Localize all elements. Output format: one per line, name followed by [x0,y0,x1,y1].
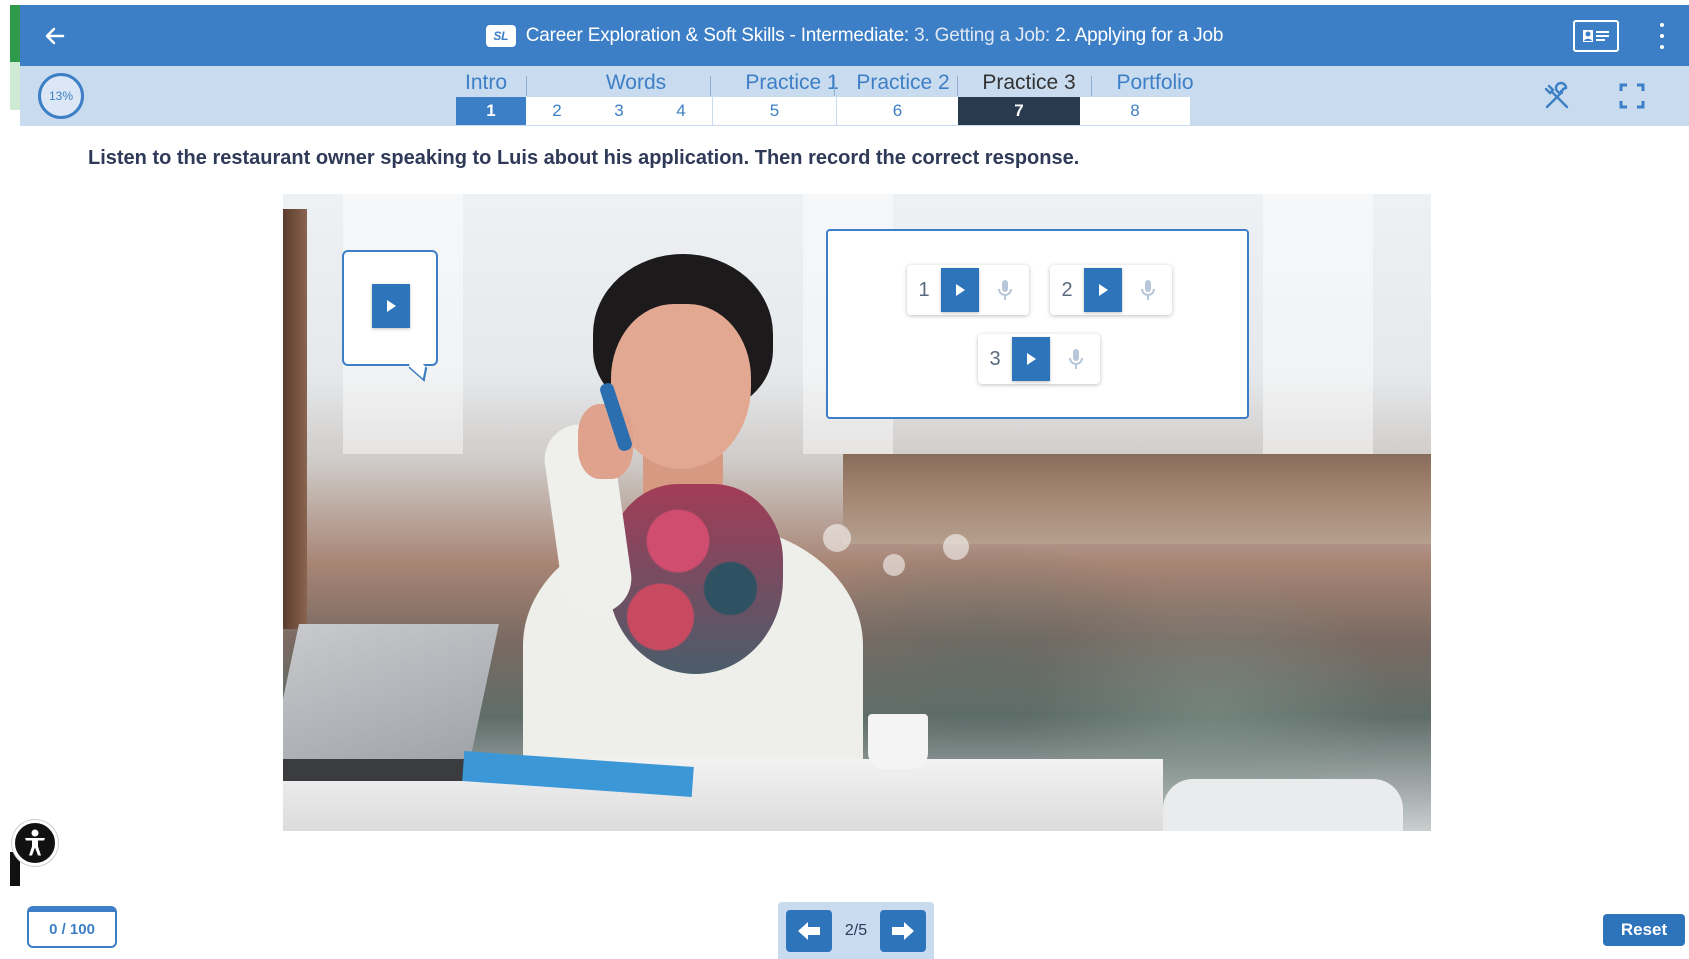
tools-icon [1544,81,1569,109]
response-2-play-button[interactable] [1084,268,1122,312]
title-course: Career Exploration & Soft Skills - Inter… [525,24,910,46]
step-5[interactable]: 5 [712,97,836,125]
step-6[interactable]: 6 [836,97,958,125]
fullscreen-icon [1619,83,1645,109]
reset-button[interactable]: Reset [1603,914,1685,946]
step-8[interactable]: 8 [1080,97,1190,125]
header-bar: SL Career Exploration & Soft Skills - In… [20,5,1689,66]
title-lesson: 2. Applying for a Job [1055,24,1224,46]
play-icon [955,284,965,296]
section-divider [710,76,711,96]
left-accent-strip-pale [10,62,20,110]
step-4[interactable]: 4 [650,97,712,125]
step-7[interactable]: 7 [958,97,1080,125]
step-1[interactable]: 1 [456,97,526,125]
section-divider [526,76,527,96]
section-practice-1[interactable]: Practice 1 [720,69,864,97]
section-divider [957,76,958,96]
progress-indicator: 13% [38,73,84,119]
step-2[interactable]: 2 [526,97,588,125]
dialogue-play-button[interactable] [372,284,410,328]
id-card-icon [1583,30,1609,42]
accessibility-icon [25,829,45,856]
section-words[interactable]: Words [536,69,736,97]
play-icon [1098,284,1108,296]
arrow-left-icon [798,922,820,940]
page-navigator: 2/5 [778,902,934,959]
response-3-play-button[interactable] [1012,337,1050,381]
response-3-record-button[interactable] [1062,345,1090,373]
response-number: 2 [1061,278,1073,301]
fullscreen-button[interactable] [1617,81,1647,111]
response-1-record-button[interactable] [991,276,1019,304]
section-divider [834,76,835,96]
response-options-box: 1 2 3 [826,229,1249,419]
microphone-icon [1141,280,1155,300]
response-number: 1 [918,278,930,301]
arrow-right-icon [892,922,914,940]
response-option-2: 2 [1050,265,1172,315]
response-option-3: 3 [978,334,1100,384]
section-divider [1091,76,1092,96]
page-count: 2/5 [844,922,868,939]
title-unit: 3. Getting a Job: [914,24,1051,46]
sl-logo: SL [485,24,516,47]
score-display: 0 / 100 [27,906,117,948]
page-title: SL Career Exploration & Soft Skills - In… [20,5,1689,66]
microphone-icon [1069,349,1083,369]
previous-page-button[interactable] [786,910,832,952]
accessibility-button[interactable] [12,820,58,866]
play-icon [386,300,396,312]
section-practice-2[interactable]: Practice 2 [844,69,962,97]
microphone-icon [998,280,1012,300]
speech-bubble [342,250,438,366]
more-menu-button[interactable] [1657,23,1667,49]
response-number: 3 [989,347,1001,370]
response-option-1: 1 [907,265,1029,315]
id-card-button[interactable] [1573,20,1619,52]
response-2-record-button[interactable] [1134,276,1162,304]
next-page-button[interactable] [880,910,926,952]
section-intro[interactable]: Intro [456,69,516,97]
response-1-play-button[interactable] [941,268,979,312]
section-practice-3[interactable]: Practice 3 [968,69,1090,97]
tools-button[interactable] [1541,81,1573,113]
step-3[interactable]: 3 [588,97,650,125]
activity-instruction: Listen to the restaurant owner speaking … [88,147,1080,169]
play-icon [1026,353,1036,365]
lesson-nav-bar: 13% Intro Words Practice 1 Practice 2 Pr… [20,66,1689,126]
more-vertical-icon [1660,23,1664,27]
section-portfolio[interactable]: Portfolio [1100,69,1210,97]
